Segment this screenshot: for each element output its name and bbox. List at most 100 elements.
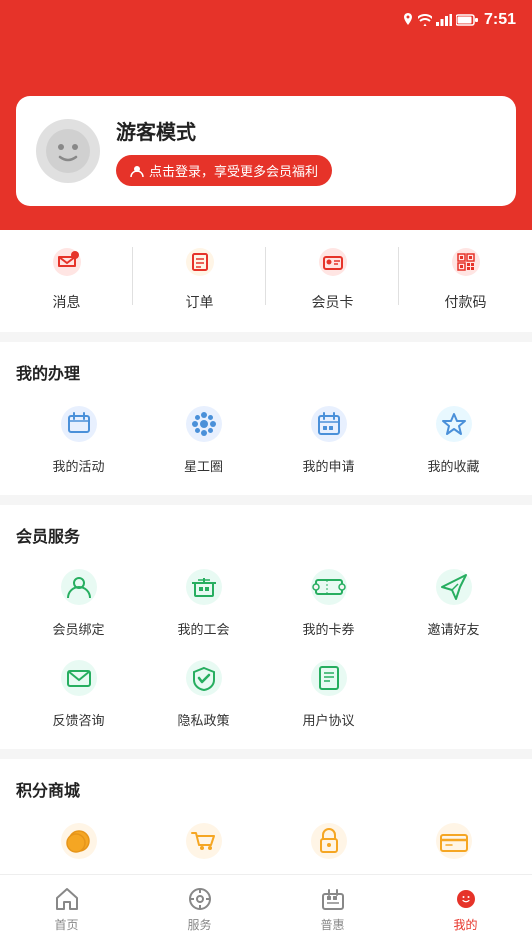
quick-label-order: 订单 [186, 292, 214, 312]
grid-item-member-bind[interactable]: 会员绑定 [16, 563, 141, 638]
puihui-nav-icon [320, 886, 346, 912]
member-bind-label: 会员绑定 [52, 619, 104, 638]
card-mall-icon [432, 819, 476, 863]
guest-avatar-icon [46, 129, 90, 173]
home-nav-label: 首页 [54, 916, 78, 933]
feedback-icon [57, 656, 101, 700]
login-button[interactable]: 点击登录，享受更多会员福利 [116, 155, 332, 186]
quick-action-message[interactable]: 消息 [0, 240, 133, 312]
home-nav-icon-wrap [54, 886, 80, 912]
avatar [36, 119, 100, 183]
grid-item-feedback[interactable]: 反馈咨询 [16, 654, 141, 729]
grid-item-agreement[interactable]: 用户协议 [266, 654, 391, 729]
my-handling-grid: 我的活动 [16, 400, 516, 475]
puihui-nav-label: 普惠 [320, 916, 344, 933]
coupon-label: 我的卡券 [302, 619, 354, 638]
invite-icon [432, 565, 476, 609]
agreement-icon-wrap [305, 654, 353, 702]
coupon-icon-wrap [305, 563, 353, 611]
my-handling-title: 我的办理 [16, 360, 516, 384]
battery-icon [456, 14, 478, 26]
feedback-icon-wrap [55, 654, 103, 702]
quick-action-paycode[interactable]: 付款码 [399, 240, 532, 312]
privacy-label: 隐私政策 [177, 710, 229, 729]
profile-name: 游客模式 [116, 116, 332, 145]
bottom-nav: 首页 服务 普惠 [0, 874, 532, 944]
grid-item-my-union[interactable]: 我的工会 [141, 563, 266, 638]
grid-item-coins[interactable] [16, 817, 141, 865]
status-bar: 7:51 [0, 0, 532, 40]
points-mall-grid [16, 817, 516, 865]
paycode-icon-wrap [444, 240, 488, 284]
activity-icon-wrap [55, 400, 103, 448]
cart-icon [182, 819, 226, 863]
grid-item-cart[interactable] [141, 817, 266, 865]
member-bind-icon-wrap [55, 563, 103, 611]
member-service-title: 会员服务 [16, 523, 516, 547]
agreement-icon [307, 656, 351, 700]
grid-item-my-coupon[interactable]: 我的卡券 [266, 563, 391, 638]
grid-item-my-apply[interactable]: 我的申请 [266, 400, 391, 475]
star-circle-icon [182, 402, 226, 446]
quick-action-membercard[interactable]: 会员卡 [266, 240, 399, 312]
paycode-icon [448, 244, 484, 280]
star-circle-label: 星工圈 [184, 456, 223, 475]
quick-action-order[interactable]: 订单 [133, 240, 266, 312]
invite-label: 邀请好友 [427, 619, 479, 638]
grid-item-privacy[interactable]: 隐私政策 [141, 654, 266, 729]
favorite-label: 我的收藏 [427, 456, 479, 475]
mine-nav-label: 我的 [453, 916, 477, 933]
points-mall-section: 积分商城 [0, 759, 532, 874]
quick-label-paycode: 付款码 [445, 292, 487, 312]
nav-item-mine[interactable]: 我的 [399, 875, 532, 944]
lock-icon-wrap [305, 817, 353, 865]
status-time: 7:51 [484, 11, 516, 29]
feedback-label: 反馈咨询 [52, 710, 104, 729]
membercard-icon [315, 244, 351, 280]
member-service-grid: 会员绑定 我的工会 [16, 563, 516, 729]
message-icon [49, 244, 85, 280]
agreement-label: 用户协议 [302, 710, 354, 729]
status-icons [402, 13, 478, 27]
message-icon-wrap [45, 240, 89, 284]
grid-item-star-circle[interactable]: 星工圈 [141, 400, 266, 475]
union-label: 我的工会 [177, 619, 229, 638]
nav-item-puihui[interactable]: 普惠 [266, 875, 399, 944]
grid-item-lock[interactable] [266, 817, 391, 865]
header-bg [0, 40, 532, 96]
activity-label: 我的活动 [52, 456, 104, 475]
nav-item-home[interactable]: 首页 [0, 875, 133, 944]
grid-item-my-favorite[interactable]: 我的收藏 [391, 400, 516, 475]
login-btn-label: 点击登录，享受更多会员福利 [149, 161, 318, 180]
quick-label-membercard: 会员卡 [312, 292, 354, 312]
grid-item-my-activity[interactable]: 我的活动 [16, 400, 141, 475]
privacy-icon-wrap [180, 654, 228, 702]
profile-info: 游客模式 点击登录，享受更多会员福利 [116, 116, 332, 186]
mine-nav-icon [453, 886, 479, 912]
cart-icon-wrap [180, 817, 228, 865]
union-icon-wrap [180, 563, 228, 611]
favorite-icon [432, 402, 476, 446]
grid-item-card-mall[interactable] [391, 817, 516, 865]
profile-card[interactable]: 游客模式 点击登录，享受更多会员福利 [16, 96, 516, 206]
membercard-icon-wrap [311, 240, 355, 284]
favorite-icon-wrap [430, 400, 478, 448]
privacy-icon [182, 656, 226, 700]
mine-nav-icon-wrap [453, 886, 479, 912]
card-mall-icon-wrap [430, 817, 478, 865]
apply-icon [307, 402, 351, 446]
star-circle-icon-wrap [180, 400, 228, 448]
union-icon [182, 565, 226, 609]
quick-label-message: 消息 [53, 292, 81, 312]
nav-item-service[interactable]: 服务 [133, 875, 266, 944]
quick-actions: 消息 订单 [0, 230, 532, 332]
points-mall-title: 积分商城 [16, 777, 516, 801]
lock-icon [307, 819, 351, 863]
wifi-icon [418, 14, 432, 26]
signal-icon [436, 14, 452, 26]
login-icon [130, 164, 144, 178]
grid-item-invite[interactable]: 邀请好友 [391, 563, 516, 638]
service-nav-label: 服务 [187, 916, 211, 933]
coupon-icon [307, 565, 351, 609]
activity-icon [57, 402, 101, 446]
